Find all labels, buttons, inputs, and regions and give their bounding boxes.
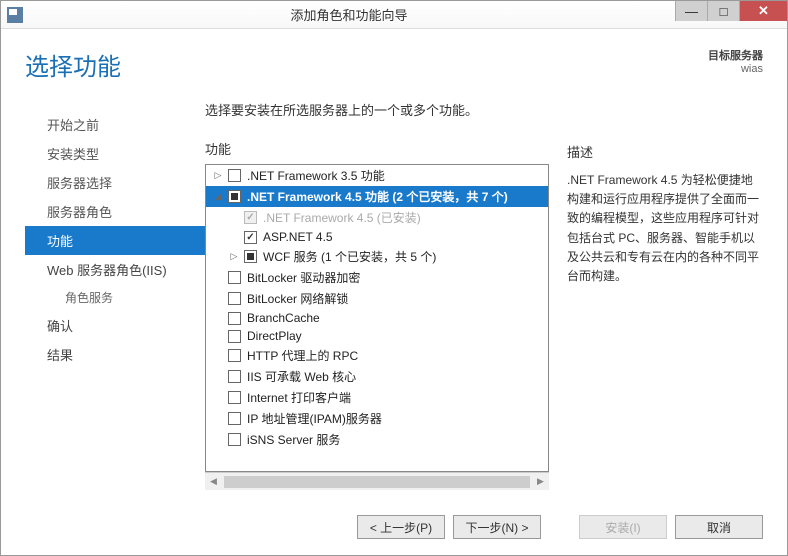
tree-row[interactable]: IP 地址管理(IPAM)服务器: [206, 408, 548, 429]
tree-row[interactable]: ASP.NET 4.5: [206, 228, 548, 246]
content-area: 选择功能 目标服务器 wias 开始之前 安装类型 服务器选择 服务器角色 功能…: [1, 29, 787, 555]
sidebar-item-web-iis[interactable]: Web 服务器角色(IIS): [25, 255, 205, 284]
expand-spacer: [212, 392, 224, 404]
cancel-button[interactable]: 取消: [675, 515, 763, 539]
instruction-text: 选择要安装在所选服务器上的一个或多个功能。: [205, 100, 549, 119]
sidebar-nav: 开始之前 安装类型 服务器选择 服务器角色 功能 Web 服务器角色(IIS) …: [25, 100, 205, 501]
feature-label: BitLocker 网络解锁: [247, 290, 348, 307]
feature-checkbox[interactable]: [228, 412, 241, 425]
close-button[interactable]: ✕: [739, 1, 787, 21]
feature-label: ASP.NET 4.5: [263, 230, 333, 244]
expand-toggle-icon[interactable]: ▷: [212, 170, 224, 182]
feature-checkbox[interactable]: [228, 349, 241, 362]
feature-checkbox[interactable]: [228, 312, 241, 325]
horizontal-scrollbar[interactable]: ◀ ▶: [205, 472, 549, 490]
footer-buttons: < 上一步(P) 下一步(N) > 安装(I) 取消: [1, 501, 787, 555]
target-name: wias: [708, 63, 763, 75]
next-button[interactable]: 下一步(N) >: [453, 515, 541, 539]
expand-toggle-icon[interactable]: ▷: [228, 251, 240, 263]
expand-toggle-icon[interactable]: ◢: [212, 191, 224, 203]
expand-spacer: [212, 272, 224, 284]
expand-spacer: [212, 371, 224, 383]
sidebar-item-features[interactable]: 功能: [25, 226, 205, 255]
tree-row[interactable]: ▷ .NET Framework 3.5 功能: [206, 165, 548, 186]
hscroll-left-arrow[interactable]: ◀: [205, 473, 222, 490]
header-row: 选择功能 目标服务器 wias: [1, 29, 787, 82]
titlebar: 添加角色和功能向导 — □ ✕: [1, 1, 787, 29]
feature-label: BitLocker 驱动器加密: [247, 269, 360, 286]
window-controls: — □ ✕: [675, 1, 787, 28]
feature-label: iSNS Server 服务: [247, 431, 340, 448]
app-icon: [7, 7, 23, 23]
sidebar-item-results[interactable]: 结果: [25, 340, 205, 369]
wizard-window: 添加角色和功能向导 — □ ✕ 选择功能 目标服务器 wias 开始之前 安装类…: [0, 0, 788, 556]
features-label: 功能: [205, 139, 549, 158]
feature-checkbox[interactable]: [228, 433, 241, 446]
feature-label: .NET Framework 4.5 (已安装): [263, 209, 421, 226]
tree-row[interactable]: .NET Framework 4.5 (已安装): [206, 207, 548, 228]
hscroll-thumb[interactable]: [224, 476, 530, 488]
sidebar-item-confirm[interactable]: 确认: [25, 311, 205, 340]
expand-spacer: [228, 212, 240, 224]
expand-spacer: [212, 350, 224, 362]
sidebar-item-install-type[interactable]: 安装类型: [25, 139, 205, 168]
main-panel: 选择要安装在所选服务器上的一个或多个功能。 功能 ▷ .NET Framework…: [205, 100, 763, 501]
minimize-button[interactable]: —: [675, 1, 707, 21]
feature-checkbox[interactable]: [228, 292, 241, 305]
window-title: 添加角色和功能向导: [23, 5, 675, 24]
hscroll-right-arrow[interactable]: ▶: [532, 473, 549, 490]
sidebar-item-server-roles[interactable]: 服务器角色: [25, 197, 205, 226]
feature-checkbox[interactable]: [244, 231, 257, 244]
sidebar-item-before-begin[interactable]: 开始之前: [25, 110, 205, 139]
tree-row[interactable]: iSNS Server 服务: [206, 429, 548, 450]
feature-label: DirectPlay: [247, 329, 302, 343]
tree-row[interactable]: Internet 打印客户端: [206, 387, 548, 408]
feature-label: HTTP 代理上的 RPC: [247, 347, 358, 364]
description-column: 描述 .NET Framework 4.5 为轻松便捷地构建和运行应用程序提供了…: [567, 100, 763, 501]
sidebar-item-role-services[interactable]: 角色服务: [25, 284, 205, 311]
feature-label: BranchCache: [247, 311, 320, 325]
body-area: 开始之前 安装类型 服务器选择 服务器角色 功能 Web 服务器角色(IIS) …: [1, 82, 787, 501]
description-label: 描述: [567, 142, 763, 161]
feature-label: .NET Framework 3.5 功能: [247, 167, 385, 184]
tree-row[interactable]: DirectPlay: [206, 327, 548, 345]
feature-checkbox[interactable]: [228, 330, 241, 343]
expand-spacer: [212, 312, 224, 324]
feature-checkbox[interactable]: [244, 250, 257, 263]
tree-row[interactable]: IIS 可承载 Web 核心: [206, 366, 548, 387]
feature-label: WCF 服务 (1 个已安装，共 5 个): [263, 248, 436, 265]
description-text: .NET Framework 4.5 为轻松便捷地构建和运行应用程序提供了全面而…: [567, 171, 763, 286]
feature-label: IP 地址管理(IPAM)服务器: [247, 410, 382, 427]
features-column: 选择要安装在所选服务器上的一个或多个功能。 功能 ▷ .NET Framework…: [205, 100, 567, 501]
feature-checkbox[interactable]: [228, 271, 241, 284]
tree-row[interactable]: BitLocker 网络解锁: [206, 288, 548, 309]
page-heading: 选择功能: [25, 47, 708, 82]
feature-label: .NET Framework 4.5 功能 (2 个已安装，共 7 个): [247, 188, 508, 205]
tree-row[interactable]: ◢ .NET Framework 4.5 功能 (2 个已安装，共 7 个): [206, 186, 548, 207]
expand-spacer: [212, 434, 224, 446]
features-tree[interactable]: ▷ .NET Framework 3.5 功能 ◢ .NET Framework 4.…: [205, 164, 549, 472]
install-button: 安装(I): [579, 515, 667, 539]
expand-spacer: [212, 413, 224, 425]
target-label: 目标服务器: [708, 47, 763, 63]
feature-checkbox[interactable]: [228, 169, 241, 182]
feature-label: Internet 打印客户端: [247, 389, 351, 406]
expand-spacer: [212, 293, 224, 305]
tree-row[interactable]: BranchCache: [206, 309, 548, 327]
sidebar-item-server-select[interactable]: 服务器选择: [25, 168, 205, 197]
feature-checkbox[interactable]: [228, 190, 241, 203]
expand-spacer: [212, 330, 224, 342]
feature-checkbox: [244, 211, 257, 224]
expand-spacer: [228, 231, 240, 243]
feature-label: IIS 可承载 Web 核心: [247, 368, 356, 385]
tree-row[interactable]: HTTP 代理上的 RPC: [206, 345, 548, 366]
feature-checkbox[interactable]: [228, 370, 241, 383]
maximize-button[interactable]: □: [707, 1, 739, 21]
tree-row[interactable]: BitLocker 驱动器加密: [206, 267, 548, 288]
target-info: 目标服务器 wias: [708, 47, 763, 82]
feature-checkbox[interactable]: [228, 391, 241, 404]
previous-button[interactable]: < 上一步(P): [357, 515, 445, 539]
tree-row[interactable]: ▷ WCF 服务 (1 个已安装，共 5 个): [206, 246, 548, 267]
